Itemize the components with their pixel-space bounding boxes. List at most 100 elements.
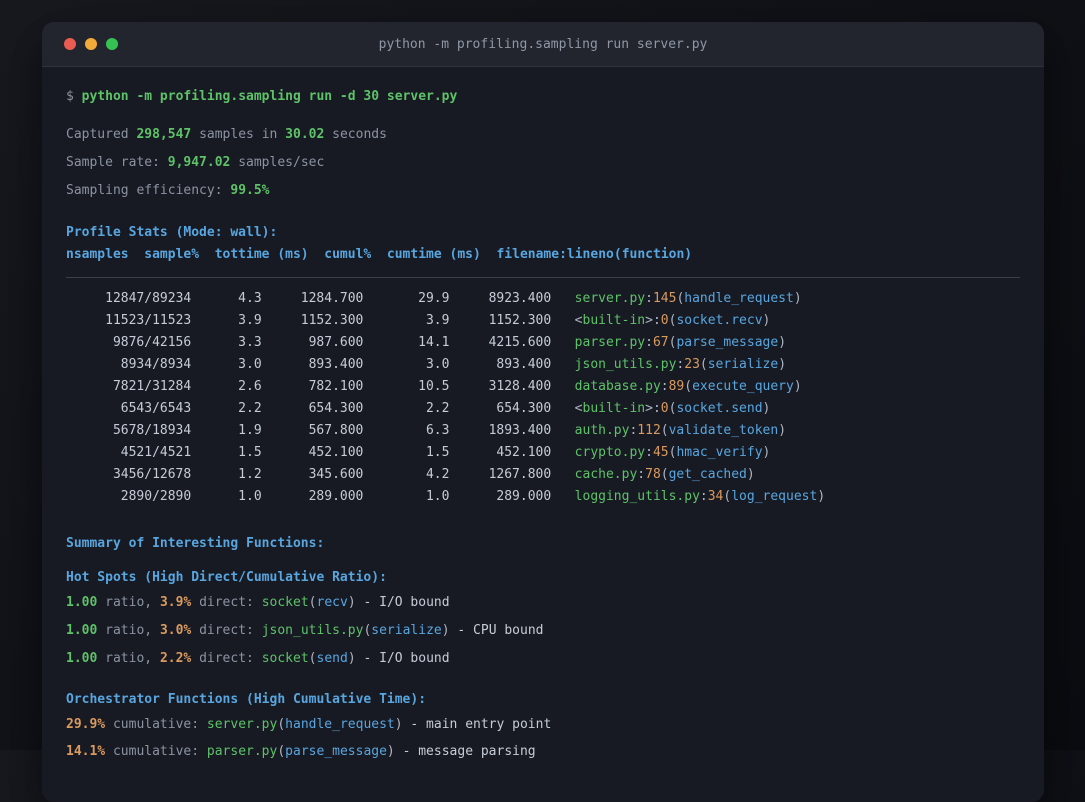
nsamples-cell: 11523/11523 — [105, 313, 192, 328]
function-name: execute_query — [692, 379, 794, 394]
tottime-cell: 1284.700 — [300, 291, 364, 306]
module-name: server.py — [206, 717, 278, 732]
table-row: 3456/12678 1.2 345.600 4.2 1267.800 cache.py:… — [66, 464, 1020, 486]
window-titlebar[interactable]: python -m profiling.sampling run server.… — [42, 22, 1044, 67]
tottime-cell: 289.000 — [308, 489, 364, 504]
function-name: hmac_verify — [676, 445, 763, 460]
cumul-pct-cell: 6.3 — [425, 423, 450, 438]
nsamples-cell: 6543/6543 — [120, 401, 192, 416]
nsamples-cell: 5678/18934 — [112, 423, 192, 438]
filename: cache.py — [574, 467, 638, 482]
tottime-cell: 567.800 — [308, 423, 364, 438]
profile-columns-header: nsamples sample% tottime (ms) cumul% cum… — [66, 247, 693, 262]
orchestrator-item: 14.1% cumulative: parser.py(parse_messag… — [66, 744, 536, 759]
bound-note: - I/O bound — [355, 595, 450, 610]
line-number: 145 — [652, 291, 677, 306]
entry-note: - main entry point — [402, 717, 552, 732]
terminal-content: $ python -m profiling.sampling run -d 30… — [42, 67, 1044, 763]
sample-rate-value: 9,947.02 — [167, 155, 231, 170]
cumul-pct-cell: 4.2 — [425, 467, 450, 482]
ratio-value: 1.00 — [66, 595, 98, 610]
tottime-cell: 893.400 — [308, 357, 364, 372]
table-row: 9876/42156 3.3 987.600 14.1 4215.600 parser.p… — [66, 332, 1020, 354]
module-name: socket — [261, 595, 309, 610]
efficiency-value: 99.5% — [230, 183, 270, 198]
module-name: json_utils.py — [261, 623, 364, 638]
summary-heading: Summary of Interesting Functions: — [66, 536, 325, 551]
efficiency-line: Sampling efficiency: 99.5% — [66, 180, 1020, 202]
captured-samples-value: 298,547 — [136, 127, 192, 142]
function-name: handle_request — [285, 717, 395, 732]
sample-rate-line: Sample rate: 9,947.02 samples/sec — [66, 152, 1020, 174]
window-controls — [64, 22, 118, 66]
direct-pct-value: 3.9% — [159, 595, 192, 610]
sample-pct-cell: 3.3 — [238, 335, 262, 350]
cumtime-cell: 1893.400 — [488, 423, 552, 438]
table-row: 2890/2890 1.0 289.000 1.0 289.000 logging_uti… — [66, 486, 1020, 508]
sample-pct-cell: 3.0 — [238, 357, 262, 372]
sample-pct-cell: 1.9 — [238, 423, 262, 438]
nsamples-cell: 2890/2890 — [120, 489, 192, 504]
function-name: serialize — [707, 357, 779, 372]
nsamples-cell: 9876/42156 — [112, 335, 192, 350]
minimize-button[interactable] — [85, 38, 97, 50]
shell-prompt: $ — [66, 89, 82, 104]
close-button[interactable] — [64, 38, 76, 50]
entry-note: - message parsing — [394, 744, 536, 759]
cumtime-cell: 3128.400 — [488, 379, 552, 394]
cumul-pct-cell: 2.2 — [425, 401, 450, 416]
ratio-value: 1.00 — [66, 651, 98, 666]
cumul-pct-cell: 3.0 — [425, 357, 450, 372]
orchestrators-heading: Orchestrator Functions (High Cumulative … — [66, 692, 427, 707]
line-number: 23 — [684, 357, 700, 372]
command-text: python -m profiling.sampling run -d 30 s… — [81, 89, 458, 104]
orchestrators-list: 29.9% cumulative: server.py(handle_reque… — [66, 714, 1020, 763]
tottime-cell: 452.100 — [308, 445, 364, 460]
function-name: get_cached — [668, 467, 747, 482]
filename: server.py — [574, 291, 646, 306]
table-row: 11523/11523 3.9 1152.300 3.9 1152.300 <built-… — [66, 310, 1020, 332]
line-number: 45 — [652, 445, 669, 460]
nsamples-cell: 4521/4521 — [120, 445, 192, 460]
cumtime-cell: 452.100 — [496, 445, 552, 460]
captured-unit-label: seconds — [324, 127, 387, 142]
cumtime-cell: 893.400 — [496, 357, 552, 372]
table-row: 5678/18934 1.9 567.800 6.3 1893.400 auth.py:1… — [66, 420, 1020, 442]
captured-duration-value: 30.02 — [285, 127, 325, 142]
cumtime-cell: 1267.800 — [488, 467, 552, 482]
function-name: send — [316, 651, 348, 666]
sample-pct-cell: 3.9 — [238, 313, 262, 328]
direct-pct-value: 3.0% — [159, 623, 192, 638]
profile-stats-heading: Profile Stats (Mode: wall): — [66, 225, 278, 240]
cumul-pct-cell: 14.1 — [418, 335, 450, 350]
hot-spots-heading: Hot Spots (High Direct/Cumulative Ratio)… — [66, 570, 387, 585]
terminal-window: python -m profiling.sampling run server.… — [42, 22, 1044, 802]
table-row: 8934/8934 3.0 893.400 3.0 893.400 json_utils.… — [66, 354, 1020, 376]
line-number: 34 — [707, 489, 724, 504]
cumtime-cell: 1152.300 — [488, 313, 552, 328]
line-number: 78 — [645, 467, 661, 482]
module-name: socket — [261, 651, 309, 666]
nsamples-cell: 8934/8934 — [120, 357, 192, 372]
captured-line: Captured 298,547 samples in 30.02 second… — [66, 124, 1020, 146]
filename: logging_utils.py — [574, 489, 700, 504]
ratio-value: 1.00 — [66, 623, 98, 638]
sample-pct-cell: 1.5 — [238, 445, 262, 460]
efficiency-label: Sampling efficiency: — [66, 183, 231, 198]
cumulative-pct-value: 14.1% — [66, 744, 106, 759]
table-divider — [66, 277, 1020, 278]
table-row: 12847/89234 4.3 1284.700 29.9 8923.400 server… — [66, 288, 1020, 310]
line-number: 112 — [637, 423, 661, 438]
profile-table: 12847/89234 4.3 1284.700 29.9 8923.400 server… — [66, 288, 1020, 508]
hot-spot-item: 1.00 ratio, 2.2% direct: socket(send) - … — [66, 651, 450, 666]
nsamples-cell: 12847/89234 — [105, 291, 192, 306]
cumul-pct-cell: 10.5 — [418, 379, 450, 394]
direct-pct-value: 2.2% — [159, 651, 192, 666]
maximize-button[interactable] — [106, 38, 118, 50]
hot-spot-item: 1.00 ratio, 3.0% direct: json_utils.py(s… — [66, 623, 544, 638]
table-row: 4521/4521 1.5 452.100 1.5 452.100 crypto.py:4… — [66, 442, 1020, 464]
hot-spots-list: 1.00 ratio, 3.9% direct: socket(recv) - … — [66, 592, 1020, 670]
sample-rate-unit: samples/sec — [230, 155, 325, 170]
cumulative-pct-value: 29.9% — [66, 717, 106, 732]
function-name: socket.send — [676, 401, 763, 416]
